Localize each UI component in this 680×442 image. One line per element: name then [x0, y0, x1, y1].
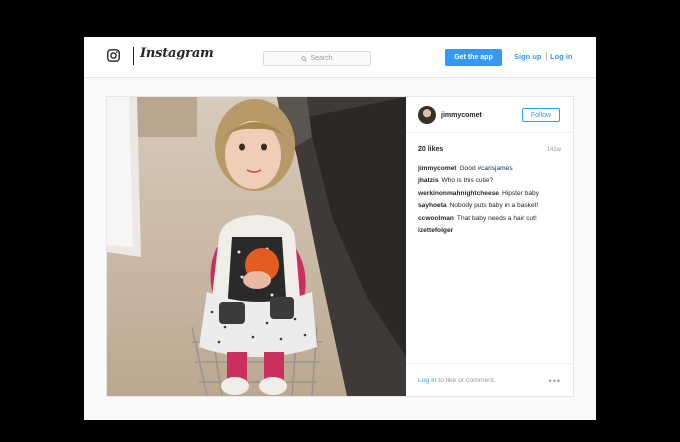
more-options-icon[interactable]: •••: [549, 376, 561, 386]
footer-prompt-text: to like or comment.: [436, 377, 496, 384]
post-footer: Log in to like or comment. •••: [406, 363, 573, 397]
follow-button[interactable]: Follow: [522, 108, 560, 122]
post-sidebar: jimmycomet Follow 20 likes 141w jimmycom…: [406, 97, 573, 396]
comment-username[interactable]: sayhoeta: [418, 202, 447, 209]
post-card: jimmycomet Follow 20 likes 141w jimmycom…: [106, 96, 574, 397]
list-item: jhatzis Who is this cutie?: [418, 175, 564, 187]
browser-page: Instagram Search Get the app Sign up Log…: [84, 37, 596, 420]
post-timestamp[interactable]: 141w: [547, 147, 561, 153]
list-item: ccwoolman That baby needs a hair cut!: [418, 213, 564, 225]
sign-up-link[interactable]: Sign up: [514, 52, 542, 61]
list-item: jimmycomet Good #carisjames: [418, 163, 564, 175]
list-item: izettefolger: [418, 225, 564, 237]
post-username[interactable]: jimmycomet: [441, 112, 482, 119]
likes-count[interactable]: 20 likes: [418, 146, 443, 153]
comment-username[interactable]: ccwoolman: [418, 215, 454, 222]
comment-text: Hipster baby: [501, 189, 540, 197]
list-item: sayhoeta Nobody puts baby in a basket!: [418, 200, 564, 212]
instagram-logo-icon[interactable]: [107, 49, 120, 62]
comment-username[interactable]: jimmycomet: [418, 165, 456, 172]
comment-text: That baby needs a hair cut!: [456, 214, 537, 222]
child-photo-image: [107, 97, 406, 396]
comment-text: Who is this cutie?: [441, 177, 494, 185]
logo-divider: [133, 47, 134, 65]
post-photo[interactable]: [107, 97, 406, 396]
search-placeholder: Search: [310, 55, 333, 62]
comment-username[interactable]: izettefolger: [418, 227, 453, 234]
log-in-link[interactable]: Log in: [550, 52, 573, 61]
get-the-app-button[interactable]: Get the app: [445, 49, 502, 66]
instagram-wordmark[interactable]: Instagram: [140, 46, 214, 61]
comment-text: Nobody puts baby in a basket!: [449, 202, 539, 210]
comment-username[interactable]: werkinonmahnightcheese: [418, 190, 499, 197]
top-navigation-bar: Instagram Search Get the app Sign up Log…: [84, 37, 596, 78]
comment-username[interactable]: jhatzis: [418, 177, 439, 184]
hashtag-link[interactable]: #carisjames: [477, 165, 512, 172]
post-header: jimmycomet Follow: [406, 97, 573, 133]
search-input[interactable]: Search: [263, 51, 371, 66]
auth-separator: [546, 52, 547, 61]
footer-log-in-link[interactable]: Log in: [418, 377, 437, 384]
comment-text: Good: [459, 165, 478, 172]
avatar[interactable]: [418, 106, 436, 124]
login-to-comment: Log in to like or comment.: [418, 377, 496, 384]
comments-list: jimmycomet Good #carisjames jhatzis Who is…: [418, 163, 564, 237]
search-icon: [301, 55, 308, 62]
list-item: werkinonmahnightcheese Hipster baby: [418, 188, 564, 200]
